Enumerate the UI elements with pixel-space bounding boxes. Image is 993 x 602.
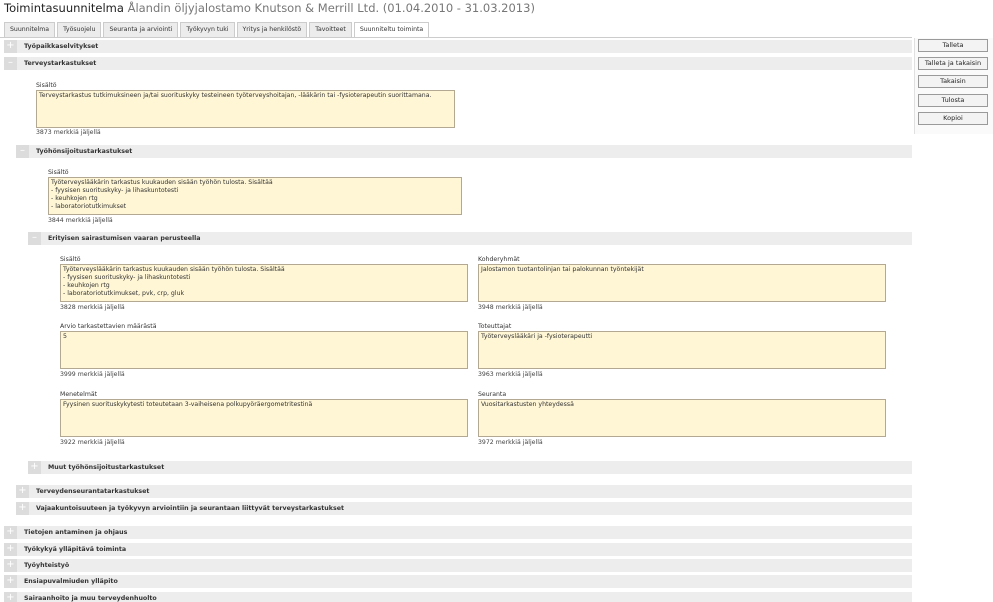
- page-subtitle: Ålandin öljyjalostamo Knutson & Merrill …: [127, 1, 535, 15]
- page-title: Toimintasuunnitelma Ålandin öljyjalostam…: [4, 1, 535, 15]
- followup-label: Seuranta: [478, 391, 507, 398]
- section-first-aid[interactable]: + Ensiapuvalmiuden ylläpito: [4, 575, 912, 588]
- print-button[interactable]: Tulosta: [918, 94, 988, 107]
- plus-icon[interactable]: +: [4, 40, 17, 53]
- executors-remaining: 3963 merkkiä jäljellä: [478, 371, 543, 378]
- tab-seuranta[interactable]: Seuranta ja arviointi: [103, 22, 179, 37]
- special-content-label: Sisältö: [60, 256, 81, 263]
- tab-tyosuojelu[interactable]: Työsuojelu: [57, 22, 102, 37]
- plus-icon[interactable]: +: [4, 575, 17, 588]
- section-label: Erityisen sairastumisen vaaran perusteel…: [48, 235, 201, 242]
- plus-icon[interactable]: +: [16, 485, 29, 498]
- placement-content-label: Sisältö: [48, 169, 69, 176]
- tab-suunnitelma[interactable]: Suunnitelma: [4, 22, 56, 37]
- target-groups-remaining: 3948 merkkiä jäljellä: [478, 304, 543, 311]
- methods-remaining: 3922 merkkiä jäljellä: [60, 439, 125, 446]
- section-label: Tietojen antaminen ja ohjaus: [24, 529, 128, 536]
- target-groups-field[interactable]: Jalostamon tuotantolinjan tai palokunnan…: [478, 264, 886, 302]
- save-and-back-button[interactable]: Talleta ja takaisin: [918, 57, 988, 70]
- section-capacity-maintenance[interactable]: + Työkykyä ylläpitävä toiminta: [4, 543, 912, 556]
- plus-icon[interactable]: +: [28, 461, 41, 474]
- methods-label: Menetelmät: [60, 391, 98, 398]
- section-health-checks[interactable]: – Terveystarkastukset: [4, 57, 912, 70]
- back-button[interactable]: Takaisin: [918, 75, 988, 88]
- section-label: Työkykyä ylläpitävä toiminta: [24, 546, 127, 553]
- plus-icon[interactable]: +: [4, 592, 17, 602]
- section-medical-care[interactable]: + Sairaanhoito ja muu terveydenhuolto: [4, 592, 912, 602]
- tab-bar: Suunnitelma Työsuojelu Seuranta ja arvio…: [4, 22, 431, 38]
- section-label: Terveydenseurantatarkastukset: [36, 488, 150, 495]
- special-content-remaining: 3828 merkkiä jäljellä: [60, 304, 125, 311]
- section-health-monitoring[interactable]: + Terveydenseurantatarkastukset: [16, 485, 912, 498]
- placement-content-field[interactable]: Työterveyslääkärin tarkastus kuukauden s…: [48, 177, 462, 215]
- plus-icon[interactable]: +: [4, 559, 17, 572]
- section-label: Työyhteistyö: [24, 562, 70, 569]
- section-label: Työpaikkaselvitykset: [24, 43, 99, 50]
- section-special-risk[interactable]: – Erityisen sairastumisen vaaran peruste…: [28, 232, 912, 245]
- target-groups-label: Kohderyhmät: [478, 256, 520, 263]
- tab-suunniteltu-toiminta[interactable]: Suunniteltu toiminta: [353, 22, 430, 38]
- estimate-remaining: 3999 merkkiä jäljellä: [60, 371, 125, 378]
- plus-icon[interactable]: +: [4, 543, 17, 556]
- special-content-field[interactable]: Työterveyslääkärin tarkastus kuukauden s…: [60, 264, 468, 302]
- section-other-placement[interactable]: + Muut työhönsijoitustarkastukset: [28, 461, 912, 474]
- plus-icon[interactable]: +: [16, 502, 29, 515]
- section-label: Vajaakuntoisuuteen ja työkyvyn arviointi…: [36, 505, 344, 512]
- section-label: Terveystarkastukset: [24, 60, 97, 67]
- executors-label: Toteuttajat: [478, 323, 512, 330]
- methods-field[interactable]: Fyysinen suorituskykytesti toteutetaan 3…: [60, 399, 468, 437]
- health-content-label: Sisältö: [36, 82, 57, 89]
- section-info-guidance[interactable]: + Tietojen antaminen ja ohjaus: [4, 526, 912, 539]
- section-reduced-capacity[interactable]: + Vajaakuntoisuuteen ja työkyvyn arvioin…: [16, 502, 912, 515]
- main-content: + Työpaikkaselvitykset – Terveystarkastu…: [4, 38, 912, 602]
- page-title-main: Toimintasuunnitelma: [4, 1, 124, 15]
- section-label: Työhönsijoitustarkastukset: [36, 148, 133, 155]
- minus-icon[interactable]: –: [16, 145, 29, 158]
- minus-icon[interactable]: –: [28, 232, 41, 245]
- health-content-remaining: 3873 merkkiä jäljellä: [36, 129, 101, 136]
- tab-tavoitteet[interactable]: Tavoitteet: [309, 22, 352, 37]
- section-cooperation[interactable]: + Työyhteistyö: [4, 559, 912, 572]
- executors-field[interactable]: Työterveyslääkäri ja -fysioterapeutti: [478, 331, 886, 369]
- minus-icon[interactable]: –: [4, 57, 17, 70]
- followup-remaining: 3972 merkkiä jäljellä: [478, 439, 543, 446]
- tab-tyokyvyn-tuki[interactable]: Työkyvyn tuki: [180, 22, 235, 37]
- placement-content-remaining: 3844 merkkiä jäljellä: [48, 217, 113, 224]
- plus-icon[interactable]: +: [4, 526, 17, 539]
- save-button[interactable]: Talleta: [918, 39, 988, 52]
- copy-button[interactable]: Kopioi: [918, 112, 988, 125]
- section-workplace-surveys[interactable]: + Työpaikkaselvitykset: [4, 40, 912, 53]
- estimate-label: Arvio tarkastettavien määrästä: [60, 323, 157, 330]
- section-label: Sairaanhoito ja muu terveydenhuolto: [24, 595, 157, 602]
- section-placement-checks[interactable]: – Työhönsijoitustarkastukset: [16, 145, 912, 158]
- section-label: Ensiapuvalmiuden ylläpito: [24, 578, 118, 585]
- tab-yritys[interactable]: Yritys ja henkilöstö: [236, 22, 308, 37]
- health-content-field[interactable]: Terveystarkastus tutkimuksineen ja/tai s…: [36, 90, 455, 128]
- estimate-field[interactable]: 5: [60, 331, 468, 369]
- section-label: Muut työhönsijoitustarkastukset: [48, 464, 165, 471]
- followup-field[interactable]: Vuositarkastusten yhteydessä: [478, 399, 886, 437]
